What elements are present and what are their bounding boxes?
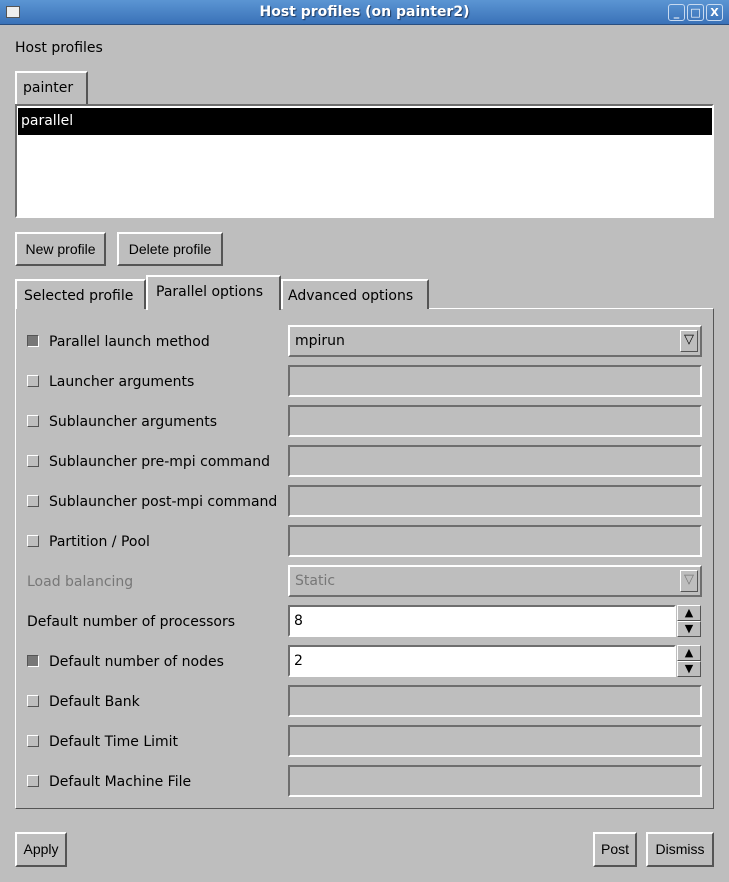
spin-up-icon[interactable]: ▲ [677,605,701,621]
new-profile-button[interactable]: New profile [15,232,106,266]
tab-advanced-options[interactable]: Advanced options [281,279,429,309]
partition-checkbox[interactable] [27,535,39,547]
title-bar[interactable]: Host profiles (on painter2) _ □ X [0,0,729,25]
spin-down-icon[interactable]: ▼ [677,661,701,677]
machine-file-input[interactable] [288,765,702,797]
time-limit-checkbox[interactable] [27,735,39,747]
num-nodes-input[interactable]: 2 [288,645,676,677]
sublauncher-pre-checkbox[interactable] [27,455,39,467]
bank-input[interactable] [288,685,702,717]
launcher-args-checkbox[interactable] [27,375,39,387]
window-title: Host profiles (on painter2) [259,4,470,20]
close-button[interactable]: X [706,4,723,21]
sublauncher-post-label: Sublauncher post-mpi command [49,494,278,510]
num-processors-input[interactable]: 8 [288,605,676,637]
spin-up-icon[interactable]: ▲ [677,645,701,661]
tab-painter[interactable]: painter [15,71,88,105]
sublauncher-args-checkbox[interactable] [27,415,39,427]
partition-label: Partition / Pool [49,534,150,550]
launch-method-select[interactable]: mpirun ▽ [288,325,702,357]
sublauncher-args-input[interactable] [288,405,702,437]
machine-file-checkbox[interactable] [27,775,39,787]
minimize-button[interactable]: _ [668,4,685,21]
time-limit-input[interactable] [288,725,702,757]
launcher-args-input[interactable] [288,365,702,397]
tab-parallel-options[interactable]: Parallel options [146,275,281,310]
load-balancing-label: Load balancing [27,574,134,590]
profile-list[interactable]: parallel [15,104,714,218]
profile-item-parallel[interactable]: parallel [18,108,712,135]
num-nodes-checkbox[interactable] [27,655,39,667]
machine-file-label: Default Machine File [49,774,192,790]
sublauncher-pre-input[interactable] [288,445,702,477]
launch-method-value: mpirun [295,333,345,349]
bank-checkbox[interactable] [27,695,39,707]
load-balancing-value: Static [295,573,336,589]
partition-input[interactable] [288,525,702,557]
num-nodes-label: Default number of nodes [49,654,224,670]
load-balancing-select: Static ▽ [288,565,702,597]
delete-profile-button[interactable]: Delete profile [117,232,223,266]
apply-button[interactable]: Apply [15,832,67,867]
dropdown-arrow-icon: ▽ [680,570,698,592]
sublauncher-args-label: Sublauncher arguments [49,414,218,430]
launch-method-label: Parallel launch method [49,334,210,350]
maximize-button[interactable]: □ [687,4,704,21]
dropdown-arrow-icon[interactable]: ▽ [680,330,698,352]
num-processors-label: Default number of processors [27,614,236,630]
sublauncher-pre-label: Sublauncher pre-mpi command [49,454,270,470]
time-limit-label: Default Time Limit [49,734,179,750]
sublauncher-post-input[interactable] [288,485,702,517]
post-button[interactable]: Post [593,832,637,867]
launcher-args-label: Launcher arguments [49,374,195,390]
launch-method-checkbox[interactable] [27,335,39,347]
bank-label: Default Bank [49,694,140,710]
host-profiles-label: Host profiles [15,40,103,56]
tab-selected-profile[interactable]: Selected profile [15,279,146,309]
spin-down-icon[interactable]: ▼ [677,621,701,637]
sublauncher-post-checkbox[interactable] [27,495,39,507]
dismiss-button[interactable]: Dismiss [646,832,714,867]
